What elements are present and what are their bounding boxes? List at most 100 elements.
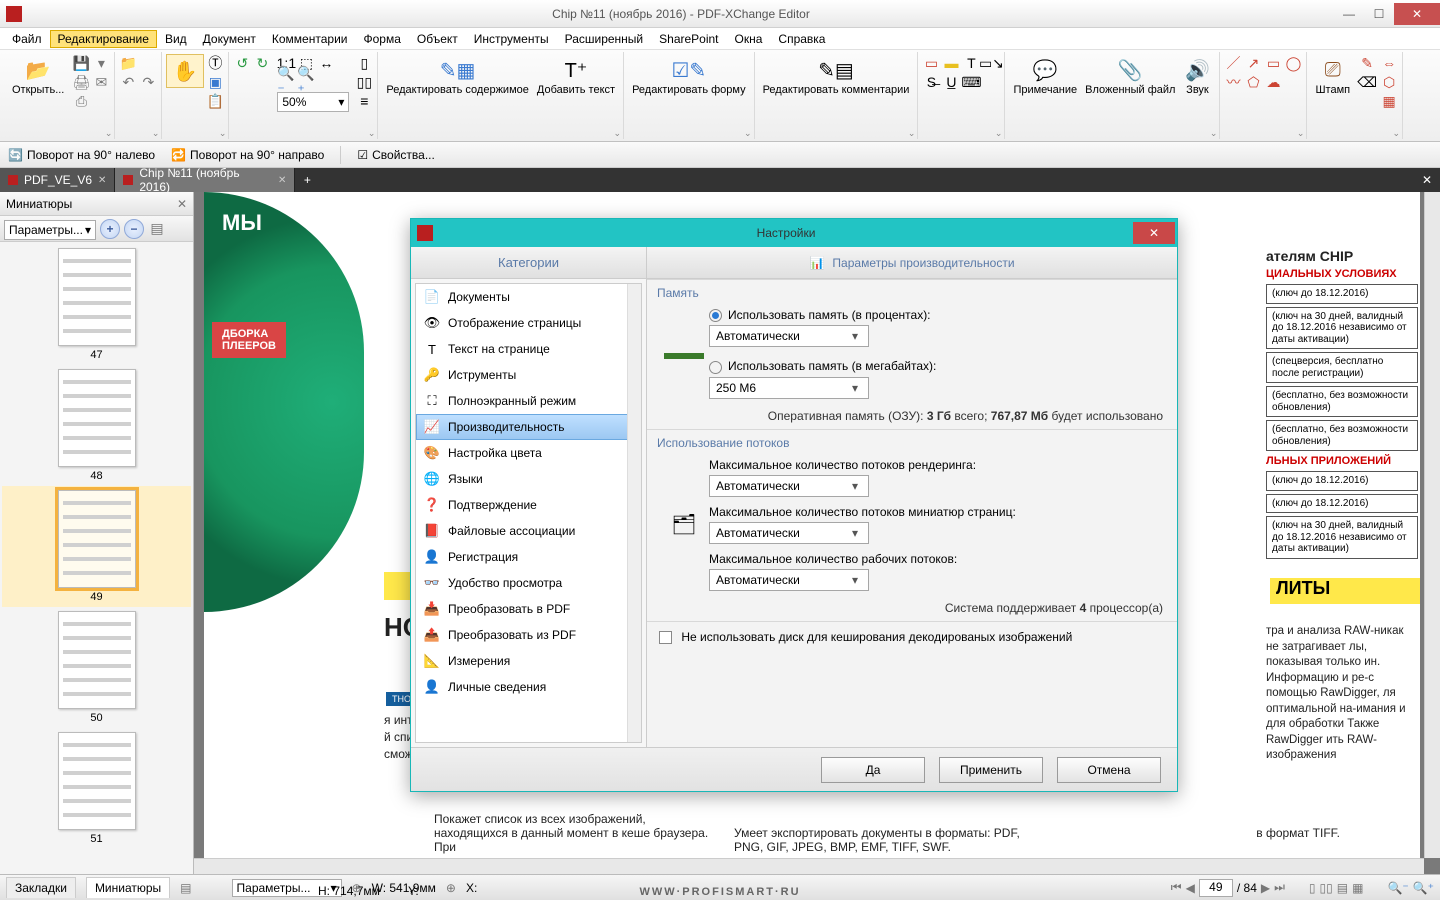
measure-dist-icon[interactable]: ⇔	[1380, 54, 1398, 72]
oval-icon[interactable]: ◯	[1284, 54, 1302, 72]
memory-percent-radio[interactable]: Использовать память (в процентах):	[709, 308, 1167, 322]
polyline-icon[interactable]: 〰	[1224, 73, 1242, 91]
add-tab-button[interactable]: +	[295, 168, 319, 192]
cloud-icon[interactable]: ☁	[1264, 73, 1282, 91]
properties-button[interactable]: ☑ Свойства...	[357, 148, 434, 162]
layout-single-icon[interactable]: ▯	[355, 54, 373, 72]
edit-comments-button[interactable]: ✎▤ Редактировать комментарии	[759, 54, 914, 98]
stack-icon[interactable]: ▤	[180, 881, 191, 895]
thumbnail-page[interactable]: 47	[6, 248, 187, 361]
vertical-scrollbar[interactable]	[1424, 192, 1440, 858]
menu-item-11[interactable]: Справка	[770, 30, 833, 48]
maximize-button[interactable]: ☐	[1364, 3, 1394, 25]
layout3-icon[interactable]: ▤	[1337, 881, 1348, 895]
scan-icon[interactable]: ⎙	[72, 92, 90, 110]
close-button[interactable]: ✕	[1394, 3, 1440, 25]
menu-item-1[interactable]: Редактирование	[50, 30, 157, 48]
rotate-ccw-icon[interactable]: ↺	[233, 54, 251, 72]
work-threads-combo[interactable]: Автоматически▾	[709, 569, 869, 591]
eraser-icon[interactable]: ⌫	[1358, 73, 1376, 91]
categories-scrollbar[interactable]	[627, 284, 641, 742]
category-item[interactable]: TТекст на странице	[416, 336, 641, 362]
category-item[interactable]: 📤Преобразовать из PDF	[416, 622, 641, 648]
underline-icon[interactable]: U̲	[942, 73, 960, 91]
menu-item-2[interactable]: Вид	[157, 30, 195, 48]
thumb-zoom-in-button[interactable]: +	[100, 219, 120, 239]
category-item[interactable]: 🔑Иструменты	[416, 362, 641, 388]
select-annot-icon[interactable]: ▭	[922, 54, 940, 72]
tab-close-icon[interactable]: ✕	[98, 175, 106, 186]
stamp-button[interactable]: ⎚ Штамп	[1311, 54, 1354, 98]
thumbnail-page[interactable]: 48	[6, 369, 187, 482]
print-icon[interactable]: 🖨	[72, 73, 90, 91]
category-item[interactable]: 📐Измерения	[416, 648, 641, 674]
hand-tool[interactable]: ✋	[166, 54, 204, 88]
category-item[interactable]: 👓Удобство просмотра	[416, 570, 641, 596]
menu-item-6[interactable]: Объект	[409, 30, 466, 48]
text-box-icon[interactable]: T	[962, 54, 980, 72]
line-icon[interactable]: ／	[1224, 54, 1242, 72]
menu-item-7[interactable]: Инструменты	[466, 30, 557, 48]
thumbnail-page[interactable]: 51	[6, 732, 187, 845]
save-icon[interactable]: 💾	[72, 54, 90, 72]
redo-icon[interactable]: ↷	[139, 73, 157, 91]
strike-icon[interactable]: S̶	[922, 73, 940, 91]
category-item[interactable]: 🎨Настройка цвета	[416, 440, 641, 466]
bookmarks-tab[interactable]: Закладки	[6, 877, 76, 898]
folder-icon[interactable]: 📁	[119, 54, 137, 72]
sticky-note-button[interactable]: 💬 Примечание	[1009, 54, 1081, 98]
rotate-left-button[interactable]: 🔄 Поворот на 90° налево	[8, 148, 155, 162]
polygon-icon[interactable]: ⬠	[1244, 73, 1262, 91]
edit-form-button[interactable]: ☑✎ Редактировать форму	[628, 54, 750, 98]
cancel-button[interactable]: Отмена	[1057, 757, 1161, 783]
category-item[interactable]: 👁Отображение страницы	[416, 310, 641, 336]
undo-icon[interactable]: ↶	[119, 73, 137, 91]
category-item[interactable]: 📈Производительность	[416, 414, 641, 440]
category-item[interactable]: 👤Регистрация	[416, 544, 641, 570]
zoom-combo[interactable]: 50%▾	[277, 92, 349, 112]
thumbnail-page[interactable]: 49	[2, 486, 191, 607]
menu-item-5[interactable]: Форма	[355, 30, 408, 48]
arrow-icon[interactable]: ↗	[1244, 54, 1262, 72]
category-item[interactable]: 📥Преобразовать в PDF	[416, 596, 641, 622]
status-zoom-out-icon[interactable]: 🔍⁻	[1387, 881, 1408, 895]
dialog-close-button[interactable]: ✕	[1133, 222, 1175, 244]
minimize-button[interactable]: —	[1334, 3, 1364, 25]
sound-button[interactable]: 🔊 Звук	[1179, 54, 1215, 98]
select-text-icon[interactable]: Ⓣ	[206, 54, 224, 72]
thumbnail-page[interactable]: 50	[6, 611, 187, 724]
pencil-icon[interactable]: ✎	[1358, 54, 1376, 72]
zoom-out-icon[interactable]: 🔍⁻	[277, 73, 295, 91]
rotate-cw-icon[interactable]: ↻	[253, 54, 271, 72]
mail-icon[interactable]: ✉	[92, 73, 110, 91]
category-item[interactable]: 👤Личные сведения	[416, 674, 641, 700]
highlight-icon[interactable]: ▬	[942, 54, 960, 72]
next-page-icon[interactable]: ▶	[1261, 881, 1270, 895]
category-item[interactable]: ⛶Полноэкранный режим	[416, 388, 641, 414]
last-page-icon[interactable]: ⏭	[1274, 880, 1285, 895]
disk-cache-checkbox[interactable]	[659, 631, 672, 644]
callout-icon[interactable]: ▭↘	[982, 54, 1000, 72]
measure-area-icon[interactable]: ▦	[1380, 92, 1398, 110]
horizontal-scrollbar[interactable]	[194, 858, 1424, 874]
snapshot-icon[interactable]: ▣	[206, 73, 224, 91]
open-button[interactable]: 📂 Открыть...	[8, 54, 68, 98]
ok-button[interactable]: Да	[821, 757, 925, 783]
layout-cont-icon[interactable]: ≡	[355, 92, 373, 110]
thumb-threads-combo[interactable]: Автоматически▾	[709, 522, 869, 544]
menu-item-4[interactable]: Комментарии	[264, 30, 356, 48]
page-number-input[interactable]: 49	[1199, 879, 1233, 897]
menu-item-9[interactable]: SharePoint	[651, 30, 726, 48]
layout4-icon[interactable]: ▦	[1352, 881, 1363, 895]
category-item[interactable]: 📕Файловые ассоциации	[416, 518, 641, 544]
first-page-icon[interactable]: ⏮	[1171, 880, 1182, 895]
menu-item-3[interactable]: Документ	[195, 30, 264, 48]
memory-mb-combo[interactable]: 250 М6▾	[709, 377, 869, 399]
thumbnails-close-icon[interactable]: ✕	[177, 197, 187, 211]
category-item[interactable]: 📄Документы	[416, 284, 641, 310]
category-item[interactable]: ❓Подтверждение	[416, 492, 641, 518]
menu-item-10[interactable]: Окна	[727, 30, 771, 48]
menu-item-8[interactable]: Расширенный	[557, 30, 652, 48]
add-text-button[interactable]: T⁺ Добавить текст	[533, 54, 619, 98]
render-threads-combo[interactable]: Автоматически▾	[709, 475, 869, 497]
